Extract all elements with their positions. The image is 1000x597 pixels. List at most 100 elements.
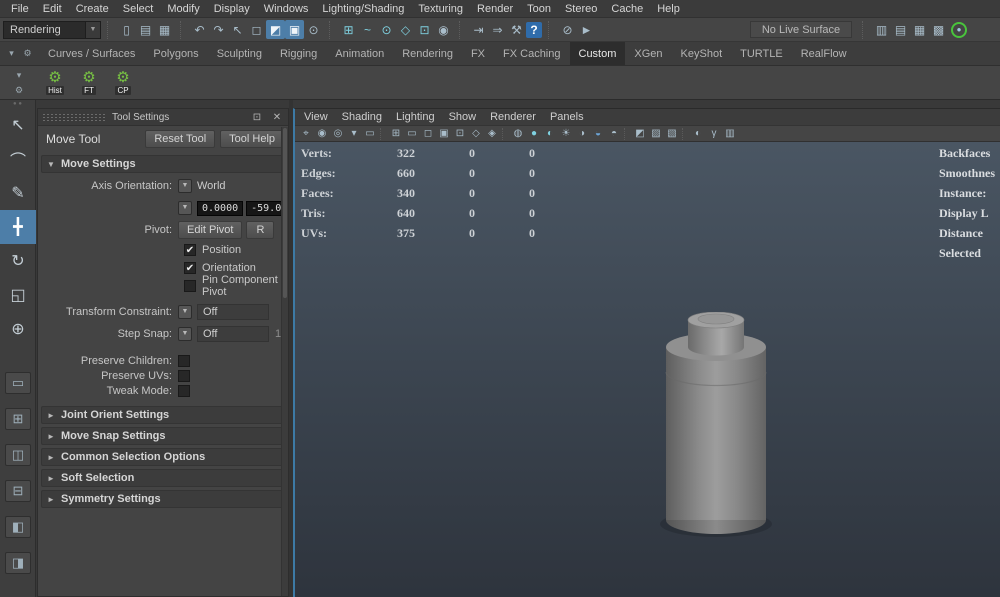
shelf-tab[interactable]: FX Caching [494,42,569,65]
paint-select-tool-icon[interactable]: ✎ [0,176,36,210]
layout-four-pane-button[interactable]: ⊞ [5,408,31,430]
layout-two-pane-stacked-button[interactable]: ⊟ [5,480,31,502]
shelf-tab[interactable]: KeyShot [672,42,732,65]
close-icon[interactable]: ✕ [270,111,284,124]
open-scene-icon[interactable]: ▤ [136,20,155,39]
menu-item[interactable]: Texturing [411,3,470,15]
lock-camera-icon[interactable]: ◉ [314,126,330,141]
menu-item[interactable]: Modify [160,3,206,15]
shelf-options-gear-icon[interactable]: ⚙ [13,84,26,97]
snap-to-curve-icon[interactable]: ~ [358,20,377,39]
render-view-icon[interactable]: ▥ [872,20,891,39]
section-soft-selection[interactable]: ► Soft Selection [41,469,285,487]
render-settings-icon[interactable]: ▩ [929,20,948,39]
menu-item[interactable]: Edit [36,3,69,15]
camera-attributes-icon[interactable]: ◎ [330,126,346,141]
rotate-tool-icon[interactable]: ↻ [0,244,36,278]
menu-item[interactable]: File [4,3,36,15]
viewport-menu-item[interactable]: View [297,111,335,123]
snap-to-view-icon[interactable]: ⊡ [415,20,434,39]
output-connections-icon[interactable]: ⇒ [488,20,507,39]
menu-item[interactable]: Cache [604,3,650,15]
exposure-icon[interactable]: ◐ [690,126,706,141]
viewport-menu-item[interactable]: Lighting [389,111,442,123]
lasso-tool-icon[interactable]: ⌒ [0,142,36,176]
shelf-tab[interactable]: Custom [570,42,626,65]
tool-settings-titlebar[interactable]: Tool Settings ⊡ ✕ [38,109,288,126]
viewport-canvas[interactable]: Verts: 322 0 0 Edges: 660 0 0 [295,142,1000,597]
offset-x-field[interactable]: 0.0000 [197,201,243,216]
shelf-gear-icon[interactable]: ⚙ [21,47,34,60]
layout-two-pane-side-button[interactable]: ◫ [5,444,31,466]
section-move-snap-settings[interactable]: ► Move Snap Settings [41,427,285,445]
shelf-tab[interactable]: Polygons [144,42,207,65]
highlight-selection-icon[interactable]: ⊙ [304,20,323,39]
orientation-checkbox[interactable] [184,262,196,274]
menu-item[interactable]: Lighting/Shading [315,3,411,15]
bookmark-icon[interactable]: ▾ [346,126,362,141]
tweak-mode-checkbox[interactable] [178,385,190,397]
viewport-menu-item[interactable]: Panels [543,111,591,123]
lock-icon[interactable]: ⊘ [558,20,577,39]
image-plane-icon[interactable]: ▭ [362,126,378,141]
divider-icon[interactable] [682,128,688,140]
gamma-icon[interactable]: γ [706,126,722,141]
shelf-tab[interactable]: XGen [625,42,671,65]
step-snap-dropdown-icon[interactable]: ▼ [178,327,192,341]
axis-orientation-value[interactable]: World [197,180,226,192]
select-hierarchy-icon[interactable]: ↖ [228,20,247,39]
scale-tool-icon[interactable]: ◱ [0,278,36,312]
axis-orientation-dropdown-icon[interactable]: ▼ [178,179,192,193]
safe-title-icon[interactable]: ◈ [484,126,500,141]
textured-icon[interactable]: ◐ [542,126,558,141]
shelf-tabs-menu-icon[interactable]: ▾ [5,47,18,60]
transform-constraint-value[interactable]: Off [197,304,269,320]
snap-to-plane-icon[interactable]: ◇ [396,20,415,39]
viewport-menu-item[interactable]: Show [442,111,484,123]
move-tool-icon[interactable]: ╋ [0,210,36,244]
save-scene-icon[interactable]: ▦ [155,20,174,39]
toolbox-grip[interactable]: ● ● [0,100,35,108]
panel-scrollbar[interactable] [281,127,288,596]
shelf-tab[interactable]: TURTLE [731,42,792,65]
layout-three-pane-button[interactable]: ◧ [5,516,31,538]
viewport-menu-item[interactable]: Shading [335,111,389,123]
shelf-tab[interactable]: FX [462,42,494,65]
shadows-icon[interactable]: ◑ [574,126,590,141]
motion-blur-icon[interactable]: ◓ [606,126,622,141]
help-icon[interactable]: ? [526,22,542,38]
occlusion-icon[interactable]: ◒ [590,126,606,141]
xray-icon[interactable]: ▨ [648,126,664,141]
preserve-children-checkbox[interactable] [178,355,190,367]
ipr-render-icon[interactable]: ▦ [910,20,929,39]
float-panel-icon[interactable]: ⊡ [250,111,264,124]
view-transform-icon[interactable]: ▥ [722,126,738,141]
preserve-uvs-checkbox[interactable] [178,370,190,382]
shelf-item-cp[interactable]: ⚙ CP [106,67,140,99]
axis-offset-dropdown-icon[interactable]: ▼ [178,201,192,215]
scrollbar-thumb[interactable] [283,128,287,298]
menu-item[interactable]: Display [207,3,257,15]
wireframe-icon[interactable]: ◍ [510,126,526,141]
isolate-select-icon[interactable]: ◩ [632,126,648,141]
joints-xray-icon[interactable]: ▧ [664,126,680,141]
render-sphere-icon[interactable]: ● [951,22,967,38]
render-current-frame-icon[interactable]: ▤ [891,20,910,39]
shelf-tab[interactable]: Curves / Surfaces [39,42,144,65]
resolution-gate-icon[interactable]: ◻ [420,126,436,141]
section-joint-orient-settings[interactable]: ► Joint Orient Settings [41,406,285,424]
select-asset-icon[interactable]: ▣ [285,20,304,39]
construction-history-icon[interactable]: ⚒ [507,20,526,39]
divider-icon[interactable] [624,128,630,140]
menu-item[interactable]: Create [69,3,116,15]
reset-pivot-button[interactable]: R [246,221,274,239]
new-scene-icon[interactable]: ▯ [117,20,136,39]
menu-item[interactable]: Toon [520,3,558,15]
pin-component-pivot-checkbox[interactable] [184,280,196,292]
live-surface-field[interactable]: No Live Surface [750,21,852,38]
shelf-tab[interactable]: Rendering [393,42,462,65]
input-connections-icon[interactable]: ⇥ [469,20,488,39]
select-component-icon[interactable]: ◩ [266,20,285,39]
layout-outliner-persp-button[interactable]: ◨ [5,552,31,574]
snap-to-point-icon[interactable]: ⊙ [377,20,396,39]
